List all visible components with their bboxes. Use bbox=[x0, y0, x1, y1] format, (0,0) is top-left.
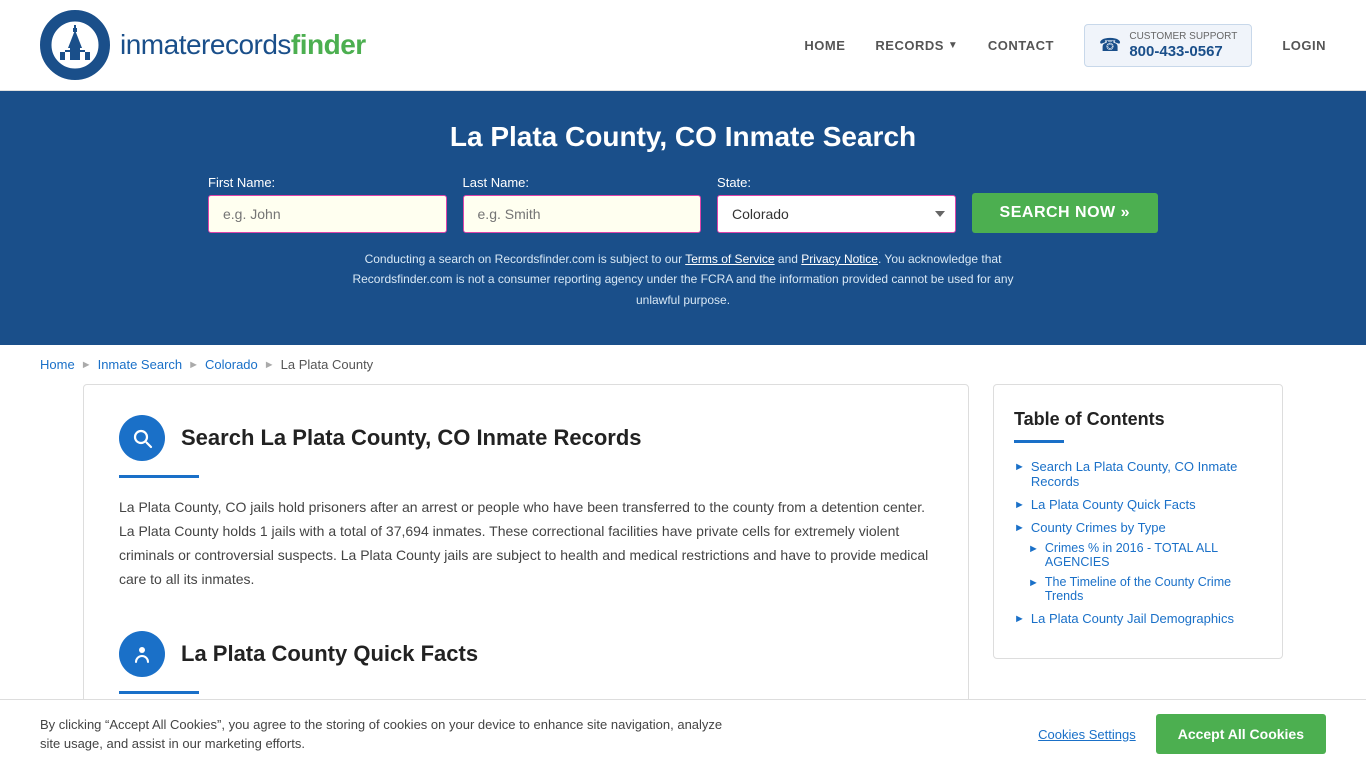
toc-title: Table of Contents bbox=[1014, 409, 1262, 430]
last-name-group: Last Name: bbox=[463, 175, 702, 233]
search-section-icon bbox=[119, 415, 165, 461]
breadcrumb-sep-1: ► bbox=[81, 359, 92, 371]
toc-item-4: ► La Plata County Jail Demographics bbox=[1014, 611, 1262, 626]
toc-sub-item-1: ► Crimes % in 2016 - TOTAL ALL AGENCIES bbox=[1028, 541, 1262, 569]
breadcrumb: Home ► Inmate Search ► Colorado ► La Pla… bbox=[0, 345, 1366, 384]
toc-item-1: ► Search La Plata County, CO Inmate Reco… bbox=[1014, 459, 1262, 489]
main-nav: HOME RECORDS ▼ CONTACT ☎ CUSTOMER SUPPOR… bbox=[804, 24, 1326, 67]
nav-records-link[interactable]: RECORDS bbox=[875, 38, 944, 53]
terms-of-service-link[interactable]: Terms of Service bbox=[685, 252, 774, 266]
toc-sub-item-2: ► The Timeline of the County Crime Trend… bbox=[1028, 575, 1262, 603]
content-card: Search La Plata County, CO Inmate Record… bbox=[83, 384, 969, 743]
quick-facts-icon bbox=[119, 631, 165, 677]
toc-link-4[interactable]: ► La Plata County Jail Demographics bbox=[1014, 611, 1262, 626]
state-group: State: AlabamaAlaskaArizonaArkansasCalif… bbox=[717, 175, 956, 233]
search-now-button[interactable]: SEARCH NOW » bbox=[972, 193, 1158, 233]
search-form: First Name: Last Name: State: AlabamaAla… bbox=[208, 175, 1158, 233]
toc-link-2[interactable]: ► La Plata County Quick Facts bbox=[1014, 497, 1262, 512]
nav-records[interactable]: RECORDS ▼ bbox=[875, 38, 957, 53]
toc-list: ► Search La Plata County, CO Inmate Reco… bbox=[1014, 459, 1262, 626]
toc-item-2: ► La Plata County Quick Facts bbox=[1014, 497, 1262, 512]
privacy-notice-link[interactable]: Privacy Notice bbox=[801, 252, 878, 266]
toc-chevron-3: ► bbox=[1014, 522, 1025, 534]
quick-facts-title: La Plata County Quick Facts bbox=[181, 641, 478, 667]
toc-chevron-1: ► bbox=[1014, 461, 1025, 473]
breadcrumb-home[interactable]: Home bbox=[40, 357, 75, 372]
toc-link-1[interactable]: ► Search La Plata County, CO Inmate Reco… bbox=[1014, 459, 1262, 489]
logo-icon bbox=[40, 10, 110, 80]
toc-chevron-2: ► bbox=[1014, 499, 1025, 511]
customer-support-box: ☎ CUSTOMER SUPPORT 800-433-0567 bbox=[1084, 24, 1252, 67]
logo-area: inmaterecordsfinder bbox=[40, 10, 366, 80]
last-name-input[interactable] bbox=[463, 195, 702, 233]
cookie-text: By clicking “Accept All Cookies”, you ag… bbox=[40, 715, 740, 754]
site-header: inmaterecordsfinder HOME RECORDS ▼ CONTA… bbox=[0, 0, 1366, 91]
toc-sub-chevron-2: ► bbox=[1028, 577, 1039, 589]
logo-text: inmaterecordsfinder bbox=[120, 29, 366, 61]
quick-facts-underline bbox=[119, 691, 199, 694]
search-section-heading: Search La Plata County, CO Inmate Record… bbox=[119, 415, 933, 461]
nav-login[interactable]: LOGIN bbox=[1282, 38, 1326, 53]
toc-sub-link-1[interactable]: ► Crimes % in 2016 - TOTAL ALL AGENCIES bbox=[1028, 541, 1262, 569]
quick-facts-heading: La Plata County Quick Facts bbox=[119, 631, 933, 677]
state-label: State: bbox=[717, 175, 751, 190]
cookie-banner: By clicking “Accept All Cookies”, you ag… bbox=[0, 699, 1366, 768]
toc-item-3: ► County Crimes by Type ► Crimes % in 20… bbox=[1014, 520, 1262, 603]
cookie-actions: Cookies Settings Accept All Cookies bbox=[1038, 714, 1326, 754]
support-info: CUSTOMER SUPPORT 800-433-0567 bbox=[1129, 31, 1237, 60]
breadcrumb-sep-3: ► bbox=[264, 359, 275, 371]
accept-all-cookies-button[interactable]: Accept All Cookies bbox=[1156, 714, 1326, 754]
first-name-label: First Name: bbox=[208, 175, 275, 190]
hero-title: La Plata County, CO Inmate Search bbox=[40, 121, 1326, 153]
toc-underline bbox=[1014, 440, 1064, 443]
breadcrumb-current: La Plata County bbox=[281, 357, 374, 372]
toc-link-3[interactable]: ► County Crimes by Type bbox=[1014, 520, 1262, 535]
state-select[interactable]: AlabamaAlaskaArizonaArkansasCaliforniaCo… bbox=[717, 195, 956, 233]
toc-chevron-4: ► bbox=[1014, 613, 1025, 625]
first-name-group: First Name: bbox=[208, 175, 447, 233]
nav-home[interactable]: HOME bbox=[804, 38, 845, 53]
cookies-settings-button[interactable]: Cookies Settings bbox=[1038, 727, 1136, 742]
toc-sub-link-2[interactable]: ► The Timeline of the County Crime Trend… bbox=[1028, 575, 1262, 603]
toc-sublist: ► Crimes % in 2016 - TOTAL ALL AGENCIES … bbox=[1014, 541, 1262, 603]
breadcrumb-sep-2: ► bbox=[188, 359, 199, 371]
sidebar-card: Table of Contents ► Search La Plata Coun… bbox=[993, 384, 1283, 659]
chevron-down-icon: ▼ bbox=[948, 40, 958, 51]
search-section-title: Search La Plata County, CO Inmate Record… bbox=[181, 425, 642, 451]
search-section-underline bbox=[119, 475, 199, 478]
headset-icon: ☎ bbox=[1099, 35, 1121, 56]
hero-search-section: La Plata County, CO Inmate Search First … bbox=[0, 91, 1366, 345]
first-name-input[interactable] bbox=[208, 195, 447, 233]
breadcrumb-inmate-search[interactable]: Inmate Search bbox=[98, 357, 183, 372]
last-name-label: Last Name: bbox=[463, 175, 529, 190]
breadcrumb-colorado[interactable]: Colorado bbox=[205, 357, 258, 372]
toc-sub-chevron-1: ► bbox=[1028, 543, 1039, 555]
main-container: Search La Plata County, CO Inmate Record… bbox=[43, 384, 1323, 743]
search-section-body: La Plata County, CO jails hold prisoners… bbox=[119, 496, 933, 591]
nav-contact[interactable]: CONTACT bbox=[988, 38, 1054, 53]
hero-disclaimer: Conducting a search on Recordsfinder.com… bbox=[333, 249, 1033, 310]
